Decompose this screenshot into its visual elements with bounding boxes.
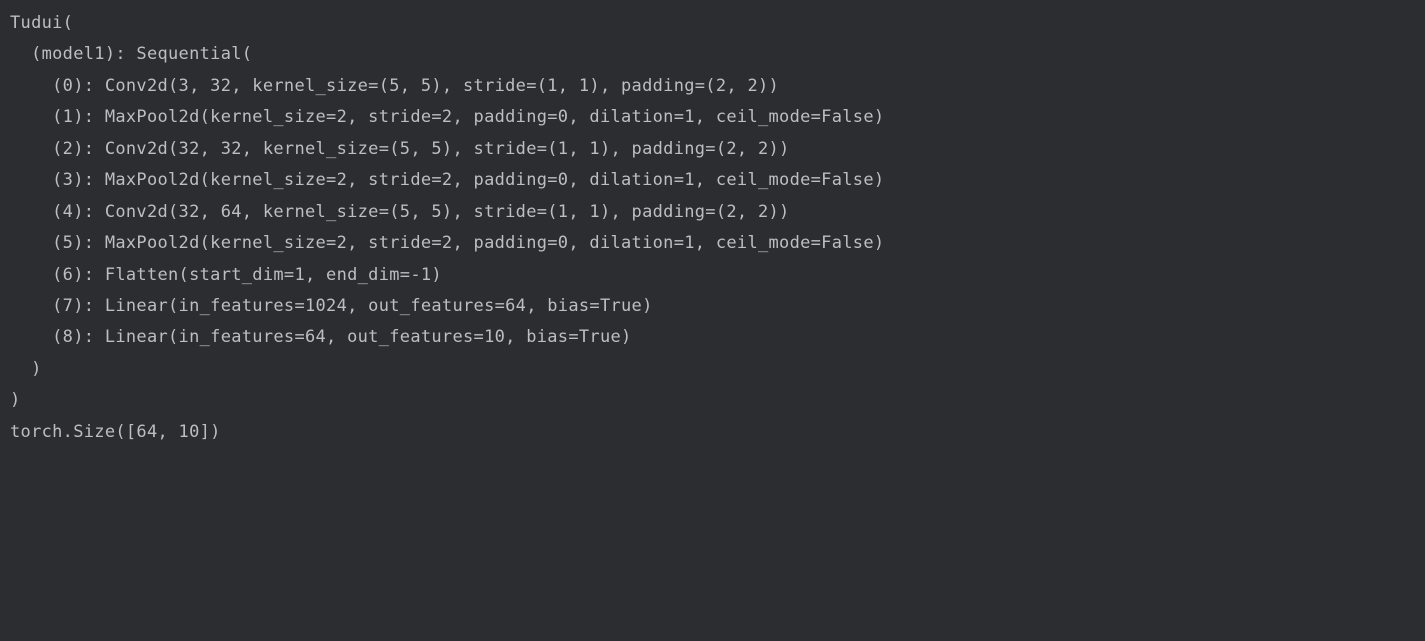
output-line: ) bbox=[10, 385, 1415, 416]
console-output: Tudui( (model1): Sequential( (0): Conv2d… bbox=[0, 0, 1425, 456]
output-line: (model1): Sequential( bbox=[10, 39, 1415, 70]
output-line: (3): MaxPool2d(kernel_size=2, stride=2, … bbox=[10, 165, 1415, 196]
output-line: (1): MaxPool2d(kernel_size=2, stride=2, … bbox=[10, 102, 1415, 133]
output-line: (5): MaxPool2d(kernel_size=2, stride=2, … bbox=[10, 228, 1415, 259]
output-line: (6): Flatten(start_dim=1, end_dim=-1) bbox=[10, 260, 1415, 291]
output-line: torch.Size([64, 10]) bbox=[10, 417, 1415, 448]
output-line: Tudui( bbox=[10, 8, 1415, 39]
output-line: ) bbox=[10, 354, 1415, 385]
output-line: (8): Linear(in_features=64, out_features… bbox=[10, 322, 1415, 353]
output-line: (7): Linear(in_features=1024, out_featur… bbox=[10, 291, 1415, 322]
output-line: (2): Conv2d(32, 32, kernel_size=(5, 5), … bbox=[10, 134, 1415, 165]
output-line: (0): Conv2d(3, 32, kernel_size=(5, 5), s… bbox=[10, 71, 1415, 102]
output-line: (4): Conv2d(32, 64, kernel_size=(5, 5), … bbox=[10, 197, 1415, 228]
